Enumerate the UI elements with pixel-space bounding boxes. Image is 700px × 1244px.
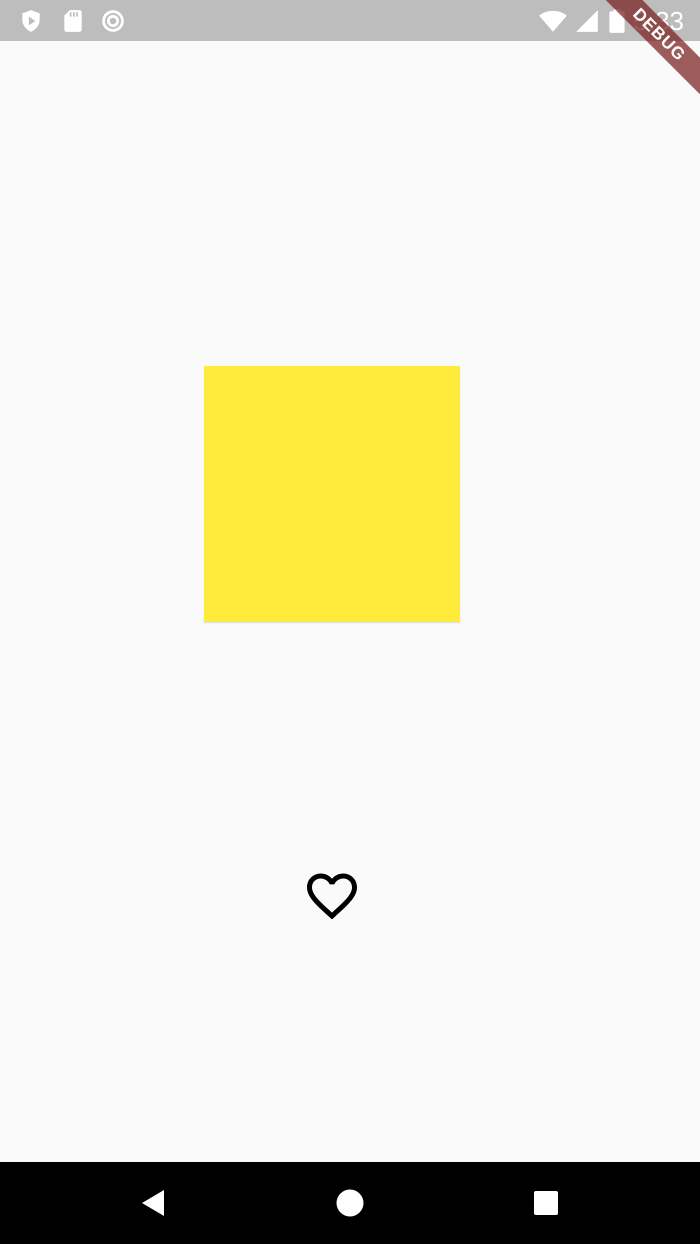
back-icon	[134, 1183, 174, 1223]
favorite-button[interactable]	[300, 866, 364, 926]
wifi-icon	[538, 8, 568, 34]
back-button[interactable]	[134, 1183, 174, 1223]
shield-icon	[18, 8, 44, 34]
recents-icon	[526, 1183, 566, 1223]
heart-outline-icon	[300, 866, 364, 926]
battery-icon	[606, 8, 628, 34]
home-button[interactable]	[330, 1183, 370, 1223]
home-icon	[330, 1183, 370, 1223]
signal-icon	[574, 8, 600, 34]
yellow-box	[204, 366, 460, 622]
status-time: 5:33	[633, 6, 684, 36]
sd-card-icon	[60, 8, 86, 34]
navigation-bar	[0, 1162, 700, 1244]
status-bar: 5:33	[0, 0, 700, 41]
sync-icon	[100, 8, 126, 34]
recents-button[interactable]	[526, 1183, 566, 1223]
